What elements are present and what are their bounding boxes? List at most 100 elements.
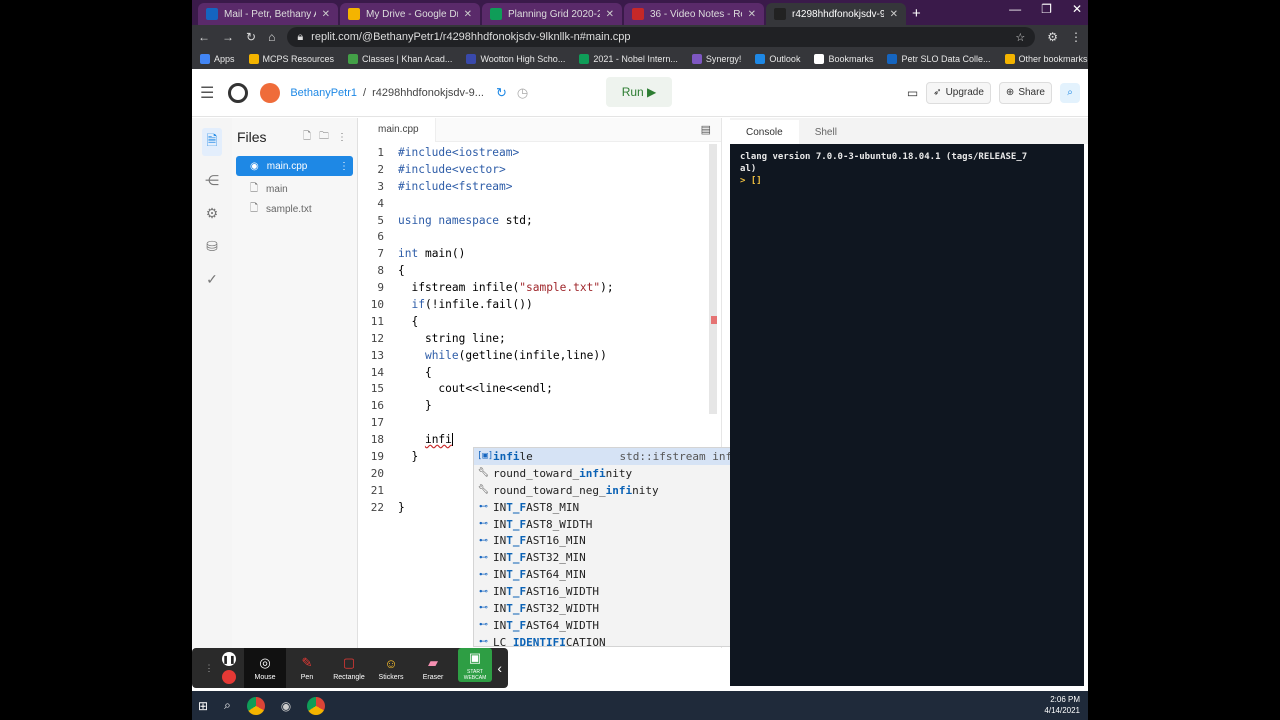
- overlay-button-label: Stickers: [378, 673, 404, 681]
- repl-name[interactable]: r4298hhdfonokjsdv-9...: [372, 87, 484, 99]
- editor-menu-icon[interactable]: ▤: [701, 123, 711, 136]
- new-file-icon[interactable]: 🗋︎: [303, 129, 311, 146]
- check-icon[interactable]: ✓: [206, 271, 218, 288]
- drag-handle-icon[interactable]: ⋮: [205, 663, 214, 674]
- editor-scrollbar[interactable]: [709, 144, 717, 414]
- database-icon[interactable]: ⛁: [206, 238, 218, 255]
- overlay-webcam-button[interactable]: ▣ START WEBCAM: [458, 648, 492, 682]
- search-taskbar-icon[interactable]: ⌕: [224, 698, 231, 713]
- folder-icon: [1004, 54, 1015, 64]
- close-icon[interactable]: ✕: [1072, 2, 1082, 16]
- suggestion-item[interactable]: ⊷ LC_IDENTIFICATION: [474, 634, 774, 646]
- close-tab-icon[interactable]: ✕: [890, 9, 898, 20]
- search-icon[interactable]: ⌕: [1060, 82, 1080, 103]
- url-field[interactable]: 🔒︎ replit.com/@BethanyPetr1/r4298hhdfono…: [287, 27, 1036, 47]
- settings-icon[interactable]: ⚙: [206, 205, 219, 222]
- mouse-icon: ◎: [259, 655, 271, 670]
- bookmark[interactable]: Outlook: [755, 54, 800, 64]
- bookmark[interactable]: Classes | Khan Acad...: [348, 54, 452, 64]
- overlay-eraser-button[interactable]: ▰ Eraser: [412, 648, 454, 688]
- bookmark-icon: [887, 54, 898, 64]
- bookmark[interactable]: Apps: [200, 54, 235, 64]
- browser-tab[interactable]: Planning Grid 2020-2021 ✕: [482, 3, 622, 25]
- suggestion-item[interactable]: ⊷ INT_FAST16_WIDTH: [474, 583, 774, 600]
- code-line: 5 using namespace std;: [377, 213, 533, 227]
- suggestion-item[interactable]: ⊷ INT_FAST8_WIDTH: [474, 516, 774, 533]
- close-tab-icon[interactable]: ✕: [748, 9, 756, 20]
- file-menu-icon[interactable]: ⋮: [339, 161, 349, 172]
- stop-icon[interactable]: [222, 670, 236, 684]
- file-item[interactable]: ◉ main.cpp ⋮: [236, 156, 353, 176]
- history-icon[interactable]: ◷: [517, 85, 528, 101]
- suggestion-item[interactable]: ⊷ INT_FAST64_MIN: [474, 566, 774, 583]
- bookmark[interactable]: MCPS Resources: [248, 54, 334, 64]
- replit-logo-icon[interactable]: [228, 82, 249, 103]
- browser-tab[interactable]: 36 - Video Notes - Readi ✕: [624, 3, 764, 25]
- overlay-mouse-button[interactable]: ◎ Mouse: [244, 648, 286, 688]
- chat-icon[interactable]: ▭: [907, 86, 918, 100]
- version-control-icon[interactable]: ⋲: [205, 172, 219, 189]
- close-tab-icon[interactable]: ✕: [322, 9, 330, 20]
- star-icon[interactable]: ☆: [1015, 31, 1025, 44]
- chrome-icon[interactable]: [246, 696, 265, 715]
- tab-shell[interactable]: Shell: [799, 120, 853, 144]
- run-button[interactable]: Run ▶: [606, 77, 672, 107]
- suggestion-item[interactable]: ⊷ INT_FAST16_MIN: [474, 532, 774, 549]
- bookmark[interactable]: Petr SLO Data Colle...: [887, 54, 991, 64]
- overlay-rectangle-button[interactable]: ▢ Rectangle: [328, 648, 370, 688]
- suggestion-item[interactable]: 🔧︎ round_toward_infinity: [474, 465, 774, 482]
- bookmark[interactable]: 2021 - Nobel Intern...: [579, 54, 678, 64]
- windows-start-icon[interactable]: ⊞: [198, 699, 208, 713]
- chrome-profile-icon[interactable]: [307, 696, 326, 715]
- files-menu-icon[interactable]: ⋮: [337, 132, 347, 143]
- bookmark[interactable]: Wootton High Scho...: [466, 54, 565, 64]
- suggestion-item[interactable]: ⊷ INT_FAST64_WIDTH: [474, 617, 774, 634]
- browser-tab[interactable]: Mail - Petr, Bethany A - O ✕: [198, 3, 338, 25]
- close-tab-icon[interactable]: ✕: [464, 9, 472, 20]
- tab-console[interactable]: Console: [730, 120, 799, 144]
- console-line: clang version 7.0.0-3-ubuntu0.18.04.1 (t…: [740, 152, 1028, 162]
- other-bookmarks[interactable]: Other bookmarks: [1004, 54, 1088, 64]
- minimize-icon[interactable]: —: [1009, 2, 1021, 16]
- file-item[interactable]: 🗋︎ sample.txt: [232, 199, 357, 219]
- bookmark[interactable]: Synergy!: [691, 54, 741, 64]
- home-icon[interactable]: ⌂: [268, 30, 275, 44]
- suggestion-item[interactable]: [▣]infilestd::ifstream infilei: [474, 448, 774, 465]
- suggestion-label: INT_FAST32_WIDTH: [493, 601, 599, 615]
- console-output[interactable]: clang version 7.0.0-3-ubuntu0.18.04.1 (t…: [730, 144, 1084, 686]
- suggestion-item[interactable]: ⊷ INT_FAST8_MIN: [474, 499, 774, 516]
- browser-tab[interactable]: r4298hhdfonokjsdv-9lknllk ✕: [766, 3, 906, 25]
- bookmark[interactable]: Bookmarks: [814, 54, 873, 64]
- share-button[interactable]: ⊕ Share: [998, 81, 1052, 104]
- avatar[interactable]: [260, 82, 281, 103]
- reload-icon[interactable]: ↻: [246, 30, 256, 44]
- overlay-stickers-button[interactable]: ☺ Stickers: [370, 648, 412, 688]
- back-icon[interactable]: ←: [198, 30, 210, 44]
- extensions-icon[interactable]: ⚙: [1047, 30, 1058, 44]
- overlay-pen-button[interactable]: ✎ Pen: [286, 648, 328, 688]
- maximize-icon[interactable]: ❐: [1041, 2, 1052, 16]
- close-tab-icon[interactable]: ✕: [606, 9, 614, 20]
- hamburger-icon[interactable]: ☰: [200, 83, 214, 103]
- files-icon[interactable]: 🗎︎: [202, 128, 222, 156]
- suggestion-item[interactable]: ⊷ INT_FAST32_WIDTH: [474, 600, 774, 617]
- pause-icon[interactable]: ❚❚: [222, 652, 236, 666]
- suggestion-item[interactable]: ⊷ INT_FAST32_MIN: [474, 549, 774, 566]
- user-link[interactable]: BethanyPetr1: [290, 87, 357, 99]
- browser-tab[interactable]: My Drive - Google Drive ✕: [340, 3, 480, 25]
- collapse-icon[interactable]: ‹: [497, 660, 502, 676]
- new-tab-icon[interactable]: +: [912, 5, 921, 22]
- webcam-icon: ▣: [468, 649, 482, 665]
- upgrade-button[interactable]: ➶ Upgrade: [926, 81, 991, 104]
- file-icon: 🗋︎: [250, 182, 259, 194]
- file-item[interactable]: 🗋︎ main: [232, 179, 357, 199]
- forward-icon[interactable]: →: [222, 30, 234, 44]
- system-clock[interactable]: 2:06 PM 4/14/2021: [1044, 694, 1080, 716]
- file-name: main.cpp: [266, 160, 308, 172]
- app-icon[interactable]: ◉: [281, 699, 291, 713]
- tab-main-cpp[interactable]: main.cpp: [362, 117, 436, 142]
- menu-icon[interactable]: ⋮: [1070, 30, 1082, 44]
- suggestion-item[interactable]: 🔧︎ round_toward_neg_infinity: [474, 482, 774, 499]
- new-folder-icon[interactable]: 🗀︎: [319, 129, 329, 146]
- code-line: 11 {: [370, 314, 419, 328]
